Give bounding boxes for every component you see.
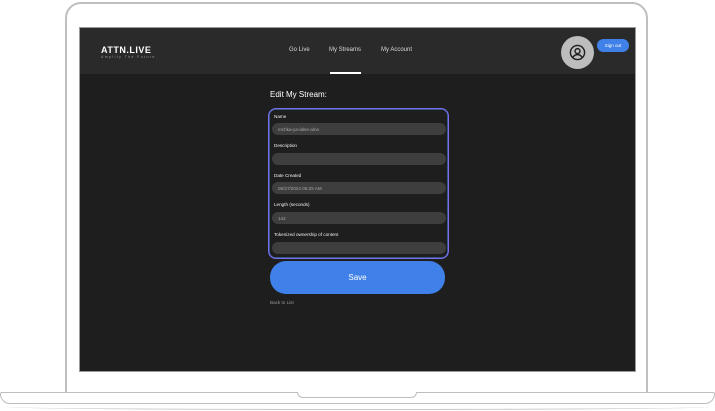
laptop-screen: ATTN.LIVE Amplify The Future Go Live My …	[79, 27, 636, 372]
page-title: Edit My Stream:	[270, 90, 327, 99]
nav-active-underline	[330, 72, 361, 74]
app-header: ATTN.LIVE Amplify The Future Go Live My …	[80, 28, 635, 74]
nav-go-live[interactable]: Go Live	[289, 47, 310, 53]
sign-out-button[interactable]: Sign out	[597, 39, 629, 52]
nav-my-streams[interactable]: My Streams	[329, 47, 361, 53]
avatar[interactable]	[561, 36, 594, 69]
laptop-base-shadow	[6, 404, 709, 410]
date-created-label: Date Created	[274, 173, 302, 178]
back-to-list-link[interactable]: Back to List	[270, 300, 294, 305]
save-button[interactable]: Save	[270, 261, 445, 294]
description-field[interactable]	[272, 153, 446, 165]
nav-my-account[interactable]: My Account	[381, 47, 412, 53]
brand-tagline: Amplify The Future	[101, 55, 156, 59]
tokenized-ownership-field[interactable]	[272, 242, 446, 254]
name-field[interactable]	[272, 123, 446, 135]
laptop-notch	[297, 392, 417, 398]
brand-logo[interactable]: ATTN.LIVE	[101, 45, 151, 55]
description-label: Description	[274, 143, 297, 148]
date-created-field[interactable]	[272, 182, 446, 194]
user-circle-icon	[569, 44, 586, 61]
name-label: Name	[274, 114, 287, 119]
length-label: Length (seconds)	[274, 202, 310, 207]
edit-stream-form: Name Description Date Created Length (se…	[268, 108, 449, 259]
length-field[interactable]	[272, 212, 446, 224]
tokenized-ownership-label: Tokenized ownership of content	[274, 232, 339, 237]
